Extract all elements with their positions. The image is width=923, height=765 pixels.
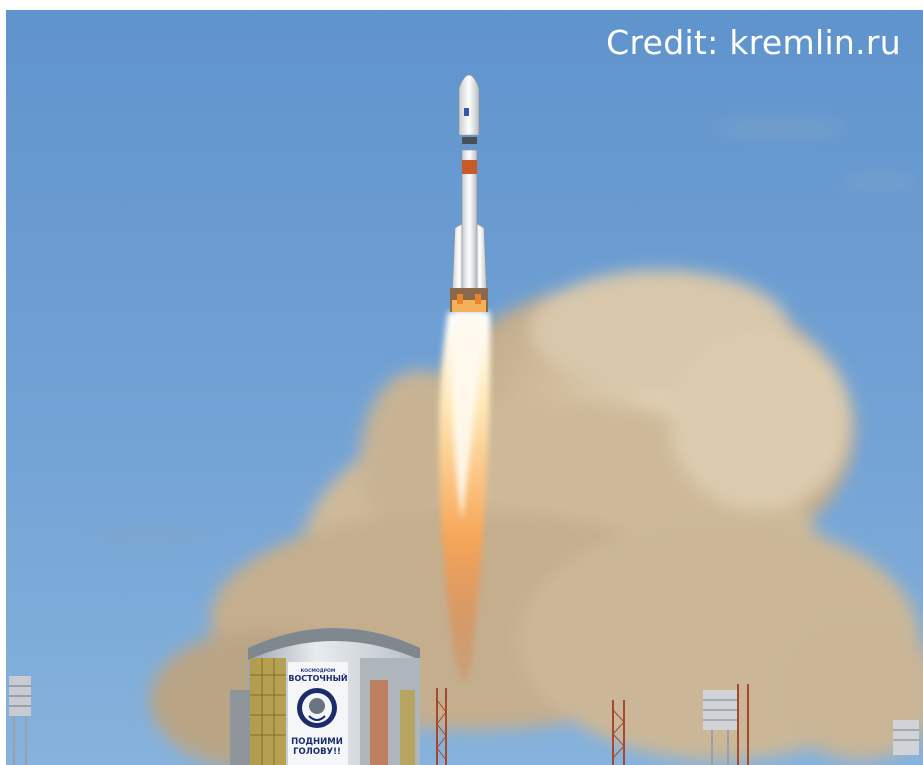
launch-scene: КОСМОДРОМ ВОСТОЧНЫЙ ПОДНИМИ ГОЛОВУ!! (0, 0, 923, 765)
launch-service-tower: КОСМОДРОМ ВОСТОЧНЫЙ ПОДНИМИ ГОЛОВУ!! (230, 628, 420, 765)
sign-slogan-line1: ПОДНИМИ (291, 737, 343, 747)
sign-name-text: ВОСТОЧНЫЙ (288, 672, 347, 683)
sign-slogan-line2: ГОЛОВУ!! (293, 747, 341, 757)
photo-credit: Credit: kremlin.ru (606, 23, 901, 62)
rocket-launch-photo: КОСМОДРОМ ВОСТОЧНЫЙ ПОДНИМИ ГОЛОВУ!! Cre… (0, 0, 923, 765)
light-mast-far-right (893, 720, 919, 755)
photo-border-top (0, 0, 923, 10)
photo-border-left (0, 0, 6, 765)
rocket-fairing (458, 74, 480, 136)
